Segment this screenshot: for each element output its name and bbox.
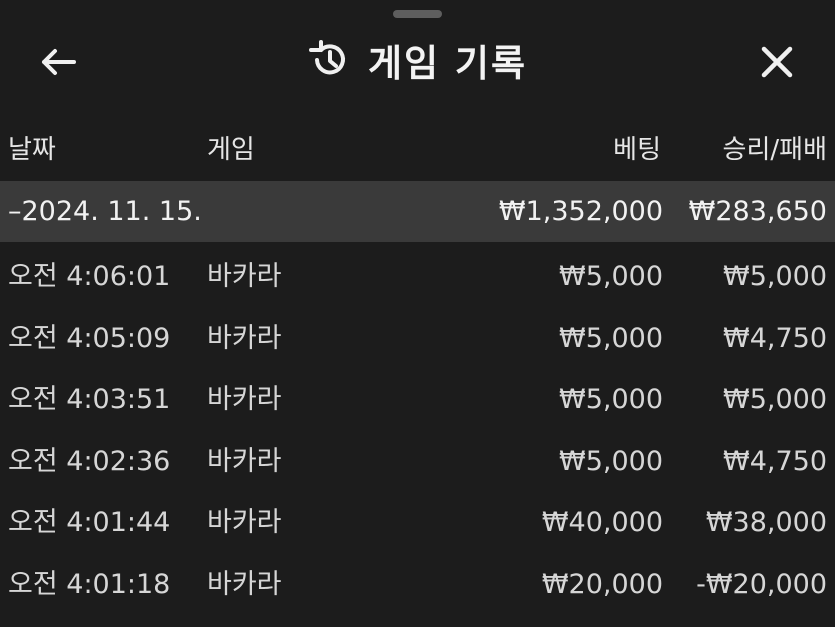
row-game: 바카라 <box>207 384 282 415</box>
column-header-date: 날짜 <box>8 135 56 165</box>
column-header-result: 승리/패배 <box>722 135 827 165</box>
summary-bet: ₩1,352,000 <box>498 196 663 227</box>
table-row[interactable]: 오전 4:06:01 바카라 ₩5,000 ₩5,000 <box>0 246 835 307</box>
row-bet: ₩5,000 <box>559 384 663 415</box>
page-title: 게임 기록 <box>367 42 528 85</box>
row-bet: ₩5,000 <box>559 446 663 477</box>
row-game: 바카라 <box>207 261 282 292</box>
table-row[interactable]: 오전 4:02:36 바카라 ₩5,000 ₩4,750 <box>0 431 835 492</box>
table-row[interactable]: 오전 4:01:44 바카라 ₩40,000 ₩38,000 <box>0 492 835 553</box>
row-game: 바카라 <box>207 323 282 354</box>
close-button[interactable] <box>748 38 806 86</box>
row-bet: ₩5,000 <box>559 323 663 354</box>
column-header-bet: 베팅 <box>613 135 661 165</box>
row-time: 오전 4:01:44 <box>8 507 171 538</box>
row-time: 오전 4:06:01 <box>8 261 171 292</box>
row-bet: ₩20,000 <box>541 569 663 600</box>
row-game: 바카라 <box>207 507 282 538</box>
date-summary-row[interactable]: –2024. 11. 15. ₩1,352,000 ₩283,650 <box>0 181 835 242</box>
row-time: 오전 4:05:09 <box>8 323 171 354</box>
row-bet: ₩40,000 <box>541 507 663 538</box>
column-header-game: 게임 <box>207 135 255 165</box>
table-row[interactable]: 오전 4:05:09 바카라 ₩5,000 ₩4,750 <box>0 308 835 369</box>
history-icon <box>308 40 345 75</box>
header: 게임 기록 <box>0 24 835 100</box>
sheet-drag-handle[interactable] <box>393 10 442 18</box>
row-result: ₩4,750 <box>723 323 827 354</box>
row-result: ₩5,000 <box>723 384 827 415</box>
summary-date: –2024. 11. 15. <box>8 196 202 227</box>
close-icon <box>761 46 793 78</box>
row-result: -₩20,000 <box>696 569 827 600</box>
row-result: ₩4,750 <box>723 446 827 477</box>
row-time: 오전 4:03:51 <box>8 384 171 415</box>
summary-result: ₩283,650 <box>688 196 827 227</box>
row-game: 바카라 <box>207 446 282 477</box>
row-bet: ₩5,000 <box>559 261 663 292</box>
table-row[interactable]: 오전 4:01:18 바카라 ₩20,000 -₩20,000 <box>0 554 835 615</box>
row-time: 오전 4:01:18 <box>8 569 171 600</box>
row-result: ₩38,000 <box>705 507 827 538</box>
table-row[interactable]: 오전 4:03:51 바카라 ₩5,000 ₩5,000 <box>0 369 835 430</box>
header-title-group: 게임 기록 <box>0 36 835 85</box>
row-result: ₩5,000 <box>723 261 827 292</box>
row-game: 바카라 <box>207 569 282 600</box>
row-time: 오전 4:02:36 <box>8 446 171 477</box>
